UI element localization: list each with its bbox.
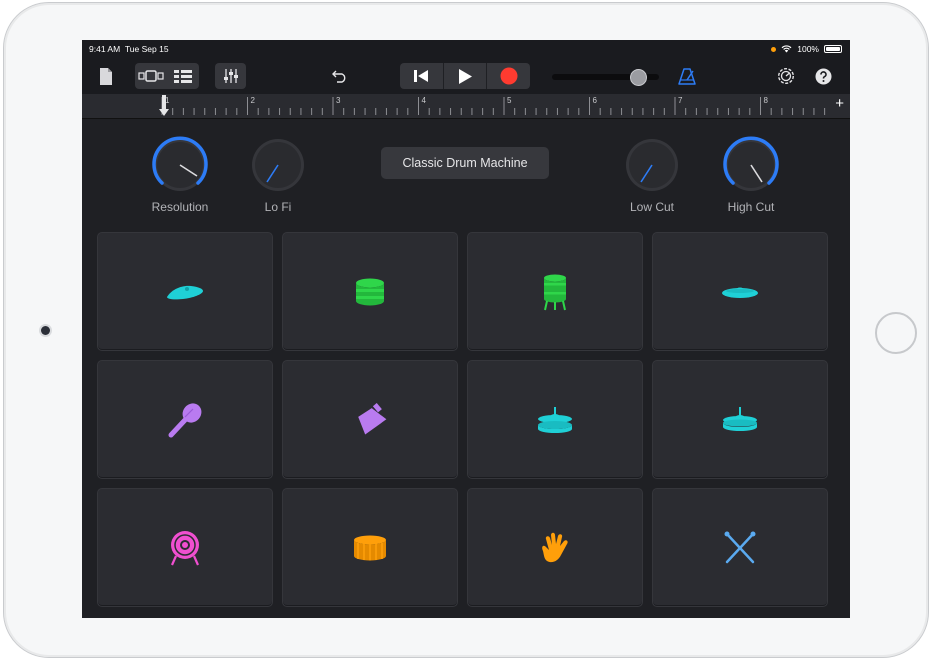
drum-pad-sticks[interactable]: [652, 488, 828, 607]
timeline-ruler[interactable]: 12345678 +: [82, 94, 850, 119]
crash-cymbal-icon: [167, 285, 203, 299]
ruler-ticks: [161, 97, 826, 115]
drum-pad-tom[interactable]: [282, 488, 458, 607]
help-icon: [815, 68, 831, 84]
status-date: Tue Sep 15: [124, 44, 169, 54]
ruler-bar-number: 3: [336, 96, 341, 105]
home-button[interactable]: [875, 312, 917, 354]
mixer-icon: [223, 69, 238, 83]
drum-pad-crash[interactable]: [97, 232, 273, 351]
my-songs-icon: [100, 67, 112, 85]
metronome-icon: [678, 67, 696, 85]
status-bar: 9:41 AM Tue Sep 15 100%: [82, 40, 850, 58]
status-time: 9:41 AM: [89, 44, 121, 54]
battery-icon: [824, 45, 842, 53]
drum-pad-cowbell[interactable]: [282, 360, 458, 479]
drum-pad-open-hihat[interactable]: [467, 360, 643, 479]
ruler-bar-number: 7: [678, 96, 683, 105]
low-cut-knob[interactable]: [623, 136, 681, 194]
kick-drum-icon: [170, 530, 200, 565]
master-volume-handle[interactable]: [630, 69, 647, 86]
status-time-date: 9:41 AM Tue Sep 15: [89, 44, 169, 54]
battery-percent: 100%: [797, 44, 819, 54]
ride-cymbal-icon: [722, 287, 758, 298]
tracks-view-icon: [138, 70, 164, 82]
drum-pad-snare[interactable]: [282, 232, 458, 351]
ruler-bar-number: 4: [421, 96, 426, 105]
undo-button[interactable]: [330, 66, 350, 86]
view-toggle: [135, 63, 199, 89]
high-cut-label: High Cut: [727, 200, 775, 214]
snare-drum-icon: [356, 278, 384, 305]
drum-pad-kick[interactable]: [97, 488, 273, 607]
resolution-label: Resolution: [151, 200, 209, 214]
metronome-button[interactable]: [676, 65, 698, 87]
drum-pad-ride[interactable]: [652, 232, 828, 351]
front-camera: [41, 326, 50, 335]
status-indicators: 100%: [771, 44, 842, 54]
transport-controls: [400, 63, 530, 89]
garageband-screen: 9:41 AM Tue Sep 15 100% 1 2 3 4 5 6 7 8 …: [82, 40, 850, 618]
ruler-bar-number: 6: [592, 96, 597, 105]
go-to-beginning-button[interactable]: [400, 63, 444, 89]
add-section-button[interactable]: +: [835, 96, 844, 111]
maraca-icon: [168, 402, 202, 437]
lo-fi-knob-group: Lo Fi: [240, 136, 316, 214]
settings-icon: [777, 67, 795, 85]
lo-fi-label: Lo Fi: [264, 200, 292, 214]
high-cut-knob[interactable]: [722, 136, 780, 194]
high-cut-knob-group: High Cut: [713, 136, 789, 214]
go-to-beginning-icon: [414, 70, 429, 82]
playhead-icon[interactable]: [159, 95, 169, 117]
record-button[interactable]: [487, 63, 530, 89]
low-cut-knob-group: Low Cut: [614, 136, 690, 214]
drum-pad-shaker[interactable]: [97, 360, 273, 479]
drum-pad-clap[interactable]: [467, 488, 643, 607]
low-cut-label: Low Cut: [629, 200, 675, 214]
wifi-icon: [781, 45, 792, 53]
floor-tom-icon: [544, 274, 566, 310]
record-icon: [500, 67, 518, 85]
recording-indicator-dot: [771, 46, 777, 52]
preset-button[interactable]: Classic Drum Machine: [381, 147, 549, 179]
my-songs-button[interactable]: [96, 66, 116, 86]
ruler-bar-number: 2: [250, 96, 255, 105]
resolution-knob-group: Resolution: [142, 136, 218, 214]
control-bar: [82, 58, 850, 94]
resolution-knob[interactable]: [151, 136, 209, 194]
hi-hat-icon: [538, 406, 572, 433]
hi-hat-closed-icon: [723, 406, 757, 431]
tracks-view-button[interactable]: [135, 63, 167, 89]
play-button[interactable]: [444, 63, 488, 89]
mixer-button[interactable]: [215, 63, 246, 89]
grid-view-icon: [174, 69, 192, 83]
cowbell-icon: [358, 402, 387, 434]
drum-pad-closed-hihat[interactable]: [652, 360, 828, 479]
lo-fi-knob[interactable]: [249, 136, 307, 194]
settings-button[interactable]: [775, 65, 797, 87]
play-icon: [459, 68, 472, 84]
instrument-controls: Resolution Lo Fi Classic Drum Machine Lo…: [82, 119, 850, 229]
ruler-bar-number: 5: [507, 96, 512, 105]
drum-pad-grid: [97, 232, 834, 608]
drum-pad-floor-tom[interactable]: [467, 232, 643, 351]
drumsticks-icon: [724, 531, 756, 563]
clap-hand-icon: [542, 532, 568, 562]
ruler-bar-number: 8: [763, 96, 768, 105]
undo-icon: [332, 70, 346, 83]
grid-view-button[interactable]: [167, 63, 199, 89]
drum-icon: [354, 535, 386, 560]
help-button[interactable]: [813, 66, 833, 86]
